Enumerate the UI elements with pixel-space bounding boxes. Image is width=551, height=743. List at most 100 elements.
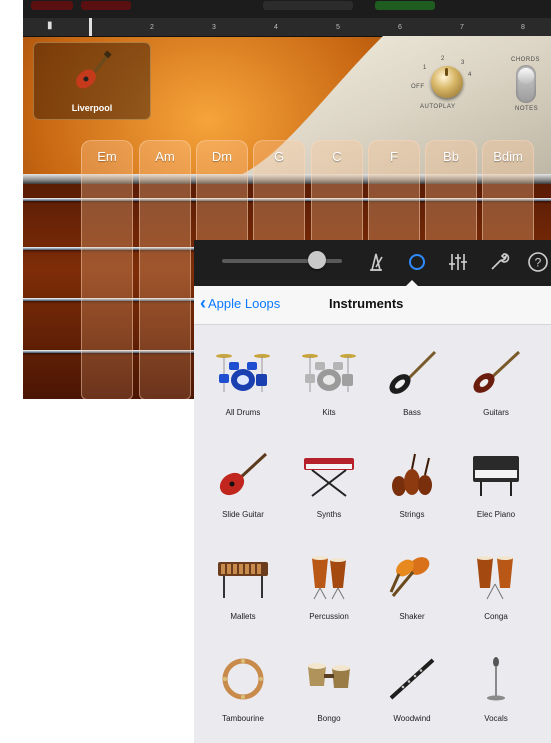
drum-kit-silver-icon [302, 354, 356, 392]
electric-piano-icon [473, 456, 519, 496]
maracas-icon [389, 557, 430, 597]
instruments-icon[interactable] [405, 250, 429, 274]
instrument-label: Percussion [309, 612, 349, 621]
chord-strip-em[interactable]: Em [81, 140, 133, 399]
record-button[interactable] [31, 1, 73, 10]
notes-label: NOTES [515, 106, 539, 112]
instrument-label: Synths [316, 510, 342, 519]
slide-guitar-icon [219, 452, 268, 496]
autoplay-knob[interactable] [431, 66, 463, 98]
timeline-ruler[interactable]: 2 3 4 5 6 7 8 [23, 18, 551, 37]
ruler-tick: 7 [460, 24, 464, 31]
instruments-popover: ? ‹ Apple Loops Instruments All Drums Ki… [194, 240, 551, 743]
drum-kit-icon [216, 354, 270, 392]
chord-label: Bdim [493, 149, 523, 164]
instrument-label: Mallets [230, 612, 256, 621]
instrument-vocals[interactable]: Vocals [451, 640, 541, 732]
instrument-label: Kits [322, 408, 336, 417]
ruler-tick: 3 [212, 24, 216, 31]
marimba-icon [218, 562, 268, 598]
help-icon[interactable]: ? [526, 250, 550, 274]
instrument-label: Tambourine [222, 714, 264, 723]
chord-label: Bb [443, 149, 459, 164]
violin-icon [392, 453, 432, 496]
instrument-conga[interactable]: Conga [451, 538, 541, 630]
instrument-elec-piano[interactable]: Elec Piano [451, 436, 541, 528]
stop-button[interactable] [81, 1, 131, 10]
conga-icon [477, 556, 513, 600]
autoplay-position-label: 1 [423, 65, 427, 71]
transport-controls[interactable] [263, 1, 353, 10]
ruler-tick: 6 [398, 24, 402, 31]
instrument-label: Vocals [484, 714, 508, 723]
instrument-label: Bongo [317, 714, 341, 723]
microphone-icon [487, 657, 505, 701]
playhead[interactable] [89, 18, 92, 36]
mixer-icon[interactable] [446, 250, 470, 274]
instrument-bass[interactable]: Bass [367, 334, 457, 426]
instrument-label: Guitars [483, 408, 509, 417]
autoplay-position-label: 4 [468, 72, 472, 78]
instrument-shaker[interactable]: Shaker [367, 538, 457, 630]
back-button[interactable]: ‹ Apple Loops [200, 293, 281, 313]
tambourine-icon [222, 658, 264, 700]
chevron-left-icon: ‹ [200, 293, 206, 313]
wrench-icon[interactable] [487, 250, 511, 274]
chord-label: Dm [211, 149, 233, 164]
autoplay-label: AUTOPLAY [420, 104, 456, 110]
chord-label: Em [97, 149, 117, 164]
chord-label: Am [155, 149, 175, 164]
popover-title: Instruments [329, 296, 404, 311]
instrument-bongo[interactable]: Bongo [284, 640, 374, 732]
instrument-synths[interactable]: Synths [284, 436, 374, 528]
autoplay-position-label: 3 [461, 60, 465, 66]
instrument-name: Liverpool [71, 103, 113, 113]
chord-label: C [332, 149, 342, 164]
popover-toolbar: ? [194, 240, 551, 286]
instrument-kits[interactable]: Kits [284, 334, 374, 426]
chord-label: G [273, 149, 285, 164]
chord-label: F [390, 149, 398, 164]
instrument-tambourine[interactable]: Tambourine [198, 640, 288, 732]
autoplay-position-label: 2 [441, 56, 445, 62]
bass-guitar-icon [389, 350, 437, 394]
level-meter [375, 1, 435, 10]
congas-icon [312, 556, 346, 600]
instrument-mallets[interactable]: Mallets [198, 538, 288, 630]
volume-slider-thumb[interactable] [308, 251, 326, 269]
ruler-tick: 4 [274, 24, 278, 31]
chord-strip-am[interactable]: Am [139, 140, 191, 399]
instrument-guitars[interactable]: Guitars [451, 334, 541, 426]
top-control-bar [23, 0, 551, 18]
ruler-tick: 8 [521, 24, 525, 31]
instrument-label: Conga [484, 612, 508, 621]
synth-keyboard-icon [304, 458, 354, 497]
instrument-woodwind[interactable]: Woodwind [367, 640, 457, 732]
popover-navbar: ‹ Apple Loops Instruments [194, 286, 551, 325]
instrument-label: Slide Guitar [222, 510, 264, 519]
metronome-icon[interactable] [364, 250, 388, 274]
chords-notes-switch[interactable] [516, 65, 536, 103]
back-button-label: Apple Loops [208, 296, 281, 311]
chords-label: CHORDS [511, 57, 541, 63]
autoplay-off-label: OFF [411, 84, 425, 90]
instrument-selector[interactable]: Liverpool [33, 42, 151, 120]
guitar-icon [76, 50, 112, 89]
instrument-label: Strings [399, 510, 425, 519]
instrument-label: Shaker [399, 612, 425, 621]
ruler-tick: 2 [150, 24, 154, 31]
svg-text:?: ? [535, 256, 542, 270]
instrument-percussion[interactable]: Percussion [284, 538, 374, 630]
bongo-icon [308, 663, 350, 688]
instrument-label: Bass [403, 408, 421, 417]
instrument-all-drums[interactable]: All Drums [198, 334, 288, 426]
instrument-strings[interactable]: Strings [367, 436, 457, 528]
tracks-view-icon[interactable]: ▮ [47, 21, 57, 31]
instrument-slide-guitar[interactable]: Slide Guitar [198, 436, 288, 528]
clarinet-icon [389, 658, 435, 700]
ruler-tick: 5 [336, 24, 340, 31]
instrument-label: Woodwind [393, 714, 431, 723]
instrument-label: Elec Piano [476, 510, 516, 519]
electric-guitar-icon [473, 350, 521, 393]
instrument-label: All Drums [225, 408, 261, 417]
